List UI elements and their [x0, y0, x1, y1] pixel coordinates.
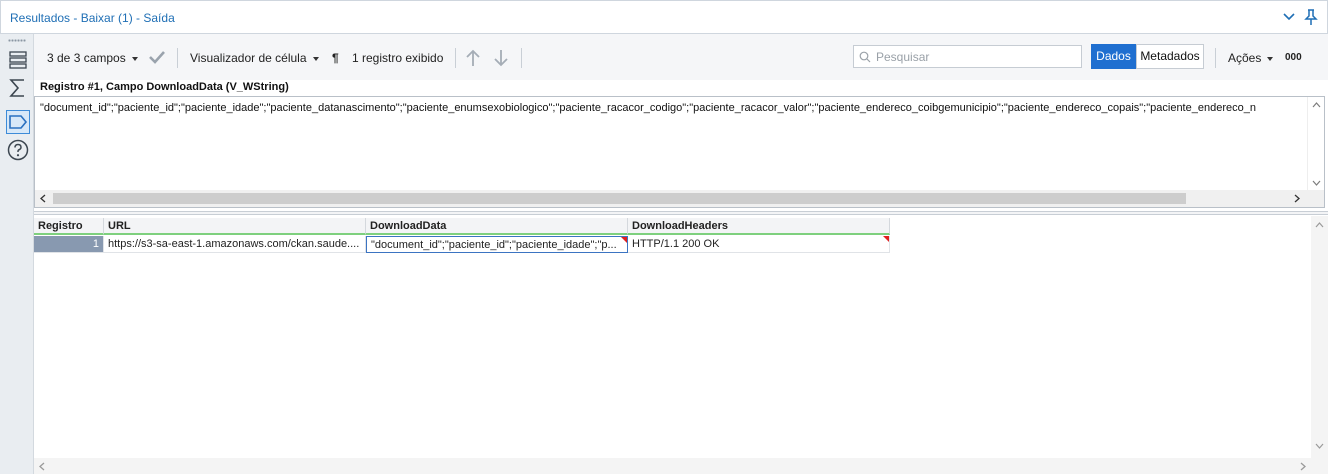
column-header-downloadheaders[interactable]: DownloadHeaders	[628, 218, 890, 235]
more-options-button[interactable]: 000	[1285, 52, 1302, 63]
sum-icon[interactable]	[6, 76, 30, 100]
metadata-tab-button[interactable]: Metadados	[1136, 44, 1204, 69]
window-title-bar: Resultados - Baixar (1) - Saída	[0, 0, 1328, 34]
vertical-scrollbar[interactable]	[1307, 97, 1324, 192]
scroll-up-icon[interactable]	[1315, 222, 1324, 228]
horizontal-scrollbar[interactable]	[35, 190, 1324, 207]
scroll-left-icon[interactable]	[40, 194, 46, 203]
truncation-marker	[883, 236, 889, 242]
records-shown-label: 1 registro exibido	[352, 51, 444, 65]
scroll-down-icon[interactable]	[1312, 180, 1321, 186]
toolbar-divider	[177, 48, 178, 68]
scroll-up-icon[interactable]	[1312, 102, 1321, 108]
pin-icon[interactable]	[1303, 8, 1319, 26]
horizontal-scrollbar[interactable]	[34, 458, 1328, 474]
table-cell-downloaddata[interactable]: "document_id";"paciente_id";"paciente_id…	[366, 236, 628, 253]
scroll-left-icon[interactable]	[39, 462, 45, 471]
fields-selector[interactable]: 3 de 3 campos	[47, 51, 138, 65]
search-box[interactable]: Pesquisar	[853, 45, 1082, 68]
pilcrow-icon[interactable]: ¶	[332, 51, 339, 65]
results-toolbar: 3 de 3 campos Visualizador de célula ¶ 1…	[34, 34, 1328, 80]
cell-text: HTTP/1.1 200 OK	[632, 238, 720, 250]
caret-down-icon	[1267, 56, 1274, 61]
results-grid: Registro URL DownloadData DownloadHeader…	[34, 216, 1328, 474]
window-title: Resultados - Baixar (1) - Saída	[10, 11, 175, 25]
caret-down-icon	[312, 56, 319, 61]
toolbar-divider	[521, 48, 522, 68]
help-icon[interactable]	[6, 138, 30, 162]
table-cell-downloadheaders[interactable]: HTTP/1.1 200 OK	[628, 236, 890, 253]
cell-text: "document_id";"paciente_id";"paciente_id…	[371, 239, 617, 251]
column-header-registro[interactable]: Registro	[34, 218, 104, 235]
panel-splitter[interactable]	[34, 211, 1328, 215]
truncation-marker	[621, 237, 627, 243]
cell-viewer-label: Visualizador de célula	[190, 51, 307, 65]
toolbar-divider	[1215, 48, 1216, 68]
arrow-down-icon[interactable]	[493, 49, 509, 67]
caret-down-icon	[131, 56, 138, 61]
grip-handle[interactable]	[8, 39, 26, 42]
search-icon	[859, 51, 871, 63]
toolbar-divider	[455, 48, 456, 68]
tag-icon	[9, 115, 28, 129]
fields-count-label: 3 de 3 campos	[47, 51, 126, 65]
record-header: Registro #1, Campo DownloadData (V_WStri…	[40, 81, 289, 93]
vertical-scrollbar[interactable]	[1311, 216, 1328, 458]
search-input[interactable]: Pesquisar	[876, 50, 929, 64]
scroll-right-icon[interactable]	[1300, 462, 1306, 471]
scroll-right-icon[interactable]	[1294, 194, 1300, 203]
scroll-down-icon[interactable]	[1315, 443, 1324, 449]
cell-content[interactable]: "document_id";"paciente_id";"paciente_id…	[40, 102, 1300, 114]
data-tab-button[interactable]: Dados	[1091, 44, 1136, 69]
actions-dropdown[interactable]: Ações	[1228, 51, 1274, 65]
cell-viewer[interactable]: "document_id";"paciente_id";"paciente_id…	[34, 96, 1325, 208]
table-cell-url[interactable]: https://s3-sa-east-1.amazonaws.com/ckan.…	[104, 236, 366, 253]
column-header-downloaddata[interactable]: DownloadData	[366, 218, 628, 235]
column-header-url[interactable]: URL	[104, 218, 366, 235]
actions-label: Ações	[1228, 51, 1262, 65]
tag-view-button[interactable]	[6, 110, 30, 134]
checkmark-icon[interactable]	[148, 50, 166, 64]
left-rail	[0, 34, 34, 474]
row-number[interactable]: 1	[34, 236, 104, 253]
arrow-up-icon[interactable]	[465, 49, 481, 67]
cell-viewer-dropdown[interactable]: Visualizador de célula	[190, 51, 319, 65]
chevron-down-icon[interactable]	[1282, 10, 1296, 24]
scrollbar-thumb[interactable]	[53, 193, 1186, 204]
table-view-icon[interactable]	[6, 48, 30, 72]
